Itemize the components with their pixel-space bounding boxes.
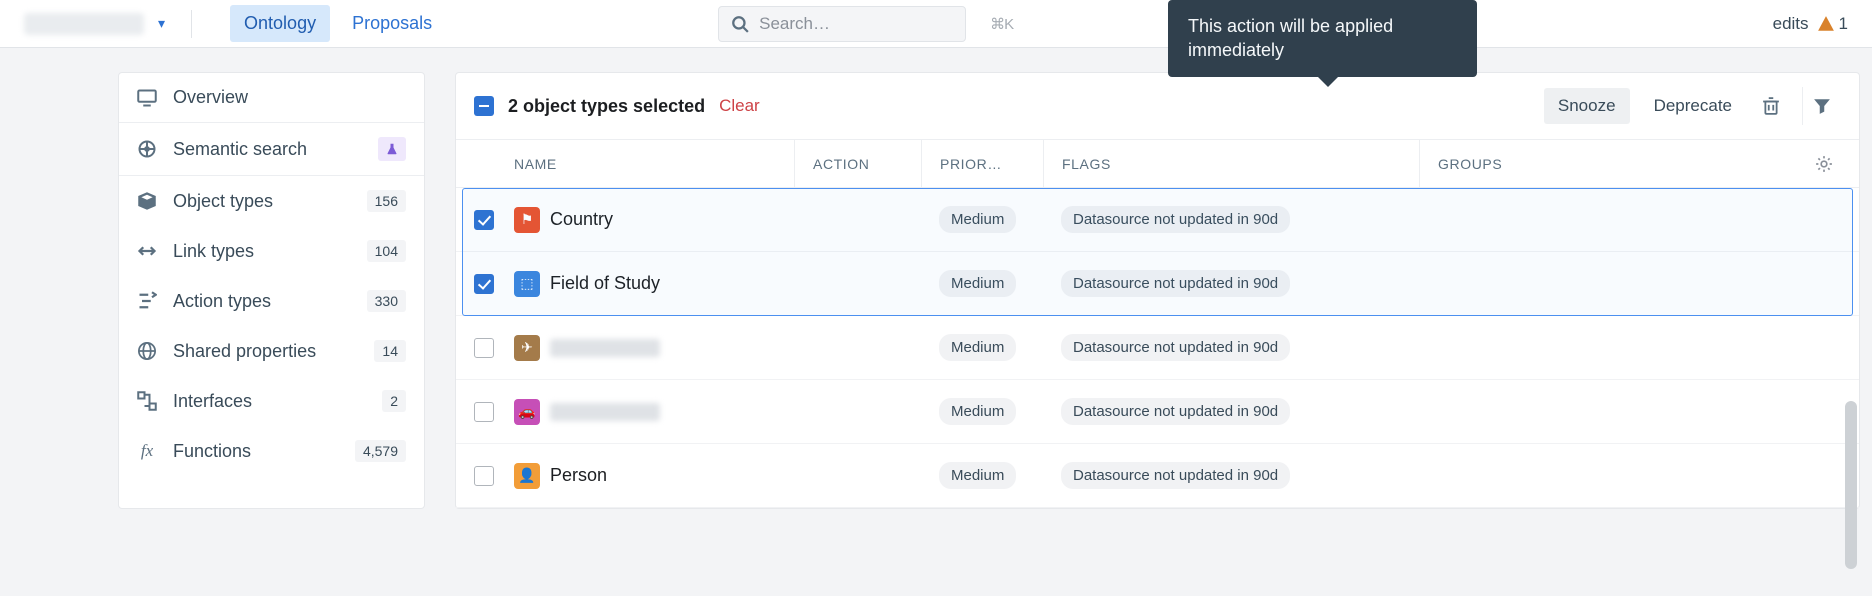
- scope-icon: [137, 139, 157, 159]
- count-badge: 4,579: [355, 440, 406, 462]
- sidebar-item-shared-properties[interactable]: Shared properties 14: [119, 326, 424, 376]
- row-checkbox[interactable]: [474, 338, 494, 358]
- table-body: ⚑ Country Medium Datasource not updated in …: [456, 188, 1859, 508]
- link-icon: [137, 241, 157, 261]
- sidebar-item-action-types[interactable]: Action types 330: [119, 276, 424, 326]
- flag-pill: Datasource not updated in 90d: [1061, 206, 1290, 233]
- divider: [191, 10, 192, 38]
- tooltip: This action will be applied immediately: [1168, 0, 1477, 77]
- count-badge: 14: [374, 340, 406, 362]
- object-type-icon: ✈: [514, 335, 540, 361]
- action-icon: [137, 291, 157, 311]
- beaker-icon: [378, 137, 406, 161]
- scrollbar-thumb[interactable]: [1845, 401, 1857, 569]
- search-input[interactable]: [757, 13, 982, 35]
- search-box[interactable]: ⌘K: [718, 6, 966, 42]
- object-type-icon: 🚗: [514, 399, 540, 425]
- workspace-menu-caret[interactable]: ▾: [158, 15, 165, 32]
- row-checkbox[interactable]: [474, 210, 494, 230]
- sidebar-item-label: Overview: [173, 87, 406, 108]
- tab-proposals[interactable]: Proposals: [338, 5, 446, 42]
- sidebar-item-overview[interactable]: Overview: [119, 73, 424, 122]
- sidebar-item-label: Interfaces: [173, 391, 366, 412]
- count-badge: 2: [382, 390, 406, 412]
- sidebar-item-link-types[interactable]: Link types 104: [119, 226, 424, 276]
- sidebar: Overview Semantic search Object types 15…: [118, 72, 425, 509]
- row-name-redacted: [550, 403, 660, 421]
- sidebar-item-functions[interactable]: fx Functions 4,579: [119, 426, 424, 476]
- row-name: Field of Study: [550, 273, 660, 294]
- filter-button[interactable]: [1802, 87, 1841, 125]
- col-header-action[interactable]: Action: [794, 140, 921, 187]
- warning-badge[interactable]: 1: [1817, 14, 1848, 34]
- search-shortcut: ⌘K: [990, 15, 1013, 33]
- table-header: Name Action Prior… Flags Groups: [456, 140, 1859, 188]
- content-panel: 2 object types selected Clear Snooze Dep…: [455, 72, 1860, 509]
- row-name-redacted: [550, 339, 660, 357]
- warning-count: 1: [1839, 14, 1848, 34]
- priority-pill: Medium: [939, 270, 1016, 297]
- workspace-name-redacted: [24, 13, 144, 35]
- clear-selection-link[interactable]: Clear: [719, 96, 760, 116]
- table-row[interactable]: ⬚ Field of Study Medium Datasource not upda…: [456, 252, 1859, 316]
- row-checkbox[interactable]: [474, 274, 494, 294]
- priority-pill: Medium: [939, 206, 1016, 233]
- globe-icon: [137, 341, 157, 361]
- deprecate-button[interactable]: Deprecate: [1640, 88, 1746, 124]
- sidebar-item-object-types[interactable]: Object types 156: [119, 175, 424, 226]
- col-header-name[interactable]: Name: [514, 156, 794, 172]
- flag-pill: Datasource not updated in 90d: [1061, 334, 1290, 361]
- object-type-icon: ⚑: [514, 207, 540, 233]
- table-row[interactable]: 👤 Person Medium Datasource not updated in 9…: [456, 444, 1859, 508]
- flag-pill: Datasource not updated in 90d: [1061, 398, 1290, 425]
- sidebar-item-label: Action types: [173, 291, 351, 312]
- sidebar-item-label: Functions: [173, 441, 339, 462]
- search-icon: [731, 15, 749, 33]
- function-icon: fx: [137, 441, 157, 461]
- priority-pill: Medium: [939, 334, 1016, 361]
- count-badge: 330: [367, 290, 406, 312]
- interface-icon: [137, 391, 157, 411]
- table-row[interactable]: 🚗 Medium Datasource not updated in 90d: [456, 380, 1859, 444]
- sidebar-item-interfaces[interactable]: Interfaces 2: [119, 376, 424, 426]
- table-row[interactable]: ✈ Medium Datasource not updated in 90d: [456, 316, 1859, 380]
- row-checkbox[interactable]: [474, 466, 494, 486]
- flag-pill: Datasource not updated in 90d: [1061, 270, 1290, 297]
- count-badge: 104: [367, 240, 406, 262]
- snooze-button[interactable]: Snooze: [1544, 88, 1630, 124]
- priority-pill: Medium: [939, 398, 1016, 425]
- warning-icon: [1817, 15, 1835, 33]
- select-all-checkbox[interactable]: [474, 96, 494, 116]
- delete-button[interactable]: [1756, 91, 1786, 121]
- sidebar-item-label: Shared properties: [173, 341, 358, 362]
- sidebar-item-semantic-search[interactable]: Semantic search: [119, 122, 424, 175]
- col-header-groups[interactable]: Groups: [1419, 140, 1807, 187]
- sidebar-item-label: Semantic search: [173, 139, 362, 160]
- row-name: Person: [550, 465, 607, 486]
- flag-pill: Datasource not updated in 90d: [1061, 462, 1290, 489]
- table-settings-button[interactable]: [1807, 155, 1841, 173]
- top-bar: ▾ Ontology Proposals ⌘K edits 1: [0, 0, 1872, 48]
- col-header-priority[interactable]: Prior…: [921, 140, 1043, 187]
- monitor-icon: [137, 88, 157, 108]
- row-checkbox[interactable]: [474, 402, 494, 422]
- table-row[interactable]: ⚑ Country Medium Datasource not updated in …: [456, 188, 1859, 252]
- row-name: Country: [550, 209, 613, 230]
- cube-icon: [137, 191, 157, 211]
- nav-tabs: Ontology Proposals: [230, 5, 446, 42]
- col-header-flags[interactable]: Flags: [1043, 140, 1419, 187]
- sidebar-item-label: Link types: [173, 241, 351, 262]
- object-type-icon: ⬚: [514, 271, 540, 297]
- priority-pill: Medium: [939, 462, 1016, 489]
- edits-label: edits: [1773, 14, 1809, 34]
- selection-bar: 2 object types selected Clear Snooze Dep…: [456, 73, 1859, 140]
- tab-ontology[interactable]: Ontology: [230, 5, 330, 42]
- selection-summary: 2 object types selected: [508, 96, 705, 117]
- sidebar-item-label: Object types: [173, 191, 351, 212]
- count-badge: 156: [367, 190, 406, 212]
- object-type-icon: 👤: [514, 463, 540, 489]
